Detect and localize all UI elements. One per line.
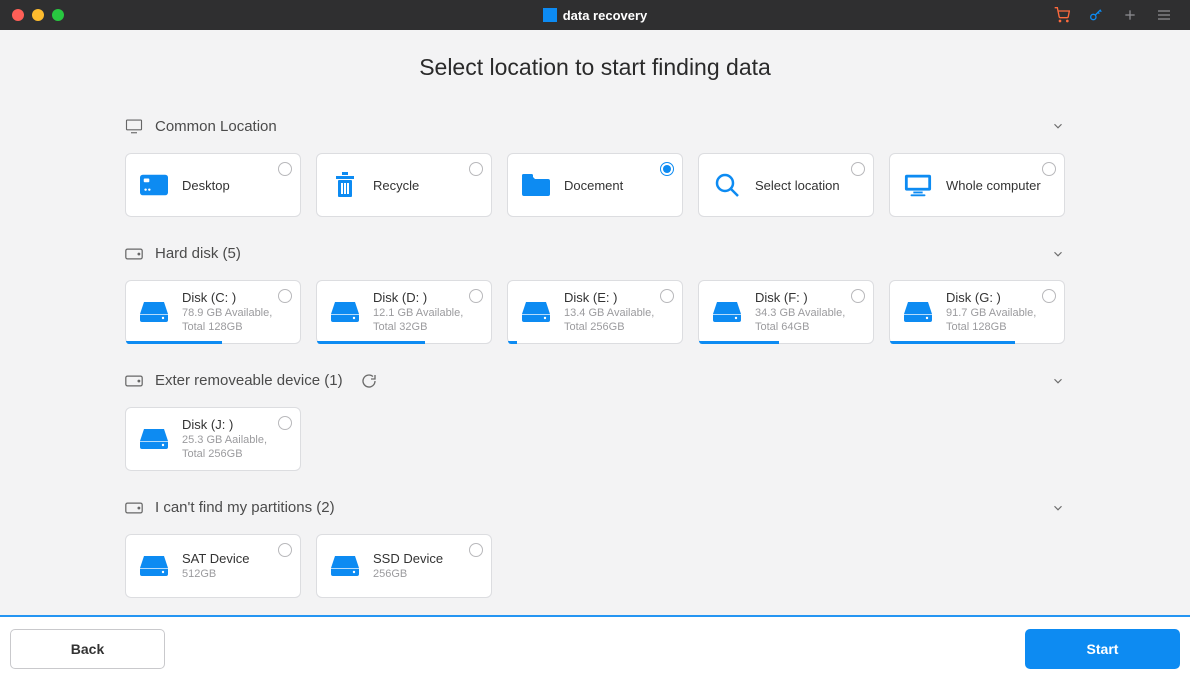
card-whole-computer[interactable]: Whole computer	[889, 153, 1065, 217]
card-recycle[interactable]: Recycle	[316, 153, 492, 217]
card-disk-d[interactable]: Disk (D: ) 12.1 GB Available, Total 32GB	[316, 280, 492, 344]
app-title-text: data recovery	[563, 8, 648, 23]
drive-icon	[125, 247, 143, 261]
card-sublabel: 13.4 GB Available, Total 256GB	[564, 307, 668, 335]
radio-button[interactable]	[851, 162, 865, 176]
drive-icon	[125, 501, 143, 515]
app-title: data recovery	[0, 8, 1190, 23]
radio-button[interactable]	[1042, 289, 1056, 303]
start-button[interactable]: Start	[1025, 629, 1180, 669]
card-select-location[interactable]: Select location	[698, 153, 874, 217]
section-title: Common Location	[155, 118, 277, 135]
card-sublabel: 34.3 GB Available, Total 64GB	[755, 307, 859, 335]
disk-icon	[713, 298, 741, 326]
usage-bar	[317, 341, 425, 344]
card-label: Recycle	[373, 178, 419, 193]
radio-button[interactable]	[469, 162, 483, 176]
refresh-icon[interactable]	[361, 373, 377, 389]
disk-icon	[522, 298, 550, 326]
section-header-common[interactable]: Common Location	[125, 109, 1065, 143]
desktop-icon	[140, 171, 168, 199]
card-disk-f[interactable]: Disk (F: ) 34.3 GB Available, Total 64GB	[698, 280, 874, 344]
hard-disk-cards: Disk (C: ) 78.9 GB Available, Total 128G…	[125, 280, 1065, 344]
card-sat-device[interactable]: SAT Device 512GB	[125, 534, 301, 598]
monitor-icon	[125, 117, 143, 135]
back-button[interactable]: Back	[10, 629, 165, 669]
usage-bar	[508, 341, 517, 344]
usage-bar	[699, 341, 779, 344]
section-header-hard-disk[interactable]: Hard disk (5)	[125, 237, 1065, 270]
disk-icon	[331, 298, 359, 326]
card-document[interactable]: Docement	[507, 153, 683, 217]
card-label: Disk (G: )	[946, 290, 1050, 305]
radio-button[interactable]	[469, 543, 483, 557]
card-label: Disk (E: )	[564, 290, 668, 305]
trash-icon	[331, 171, 359, 199]
card-label: Disk (J: )	[182, 417, 286, 432]
section-header-partitions[interactable]: I can't find my partitions (2)	[125, 491, 1065, 524]
radio-button[interactable]	[469, 289, 483, 303]
radio-button[interactable]	[278, 162, 292, 176]
disk-icon	[140, 298, 168, 326]
disk-icon	[331, 552, 359, 580]
card-label: SAT Device	[182, 551, 249, 566]
chevron-down-icon	[1051, 501, 1065, 515]
card-label: Whole computer	[946, 178, 1041, 193]
card-ssd-device[interactable]: SSD Device 256GB	[316, 534, 492, 598]
footer-separator	[0, 615, 1190, 617]
card-label: SSD Device	[373, 551, 443, 566]
card-sublabel: 78.9 GB Available, Total 128GB	[182, 307, 286, 335]
chevron-down-icon	[1051, 374, 1065, 388]
partition-cards: SAT Device 512GB SSD Device 256GB	[125, 534, 1065, 598]
card-sublabel: 12.1 GB Available, Total 32GB	[373, 307, 477, 335]
card-disk-e[interactable]: Disk (E: ) 13.4 GB Available, Total 256G…	[507, 280, 683, 344]
card-label: Docement	[564, 178, 623, 193]
disk-icon	[140, 425, 168, 453]
card-sublabel: 256GB	[373, 568, 443, 582]
section-header-removable[interactable]: Exter removeable device (1)	[125, 364, 1065, 397]
card-label: Disk (D: )	[373, 290, 477, 305]
drive-icon	[125, 374, 143, 388]
chevron-down-icon	[1051, 119, 1065, 133]
card-desktop[interactable]: Desktop	[125, 153, 301, 217]
radio-button[interactable]	[851, 289, 865, 303]
section-title: Exter removeable device (1)	[155, 372, 343, 389]
disk-icon	[904, 298, 932, 326]
card-sublabel: 25.3 GB Aailable, Total 256GB	[182, 434, 286, 462]
computer-icon	[904, 171, 932, 199]
card-label: Disk (C: )	[182, 290, 286, 305]
card-label: Disk (F: )	[755, 290, 859, 305]
folder-icon	[522, 171, 550, 199]
usage-bar	[126, 341, 222, 344]
app-logo-icon	[543, 8, 557, 22]
card-disk-j[interactable]: Disk (J: ) 25.3 GB Aailable, Total 256GB	[125, 407, 301, 471]
radio-button[interactable]	[660, 289, 674, 303]
section-title: Hard disk (5)	[155, 245, 241, 262]
usage-bar	[890, 341, 1015, 344]
card-label: Desktop	[182, 178, 230, 193]
section-title: I can't find my partitions (2)	[155, 499, 335, 516]
main-content: Select location to start finding data Co…	[0, 30, 1190, 615]
chevron-down-icon	[1051, 247, 1065, 261]
titlebar: data recovery	[0, 0, 1190, 30]
card-label: Select location	[755, 178, 840, 193]
card-disk-g[interactable]: Disk (G: ) 91.7 GB Available, Total 128G…	[889, 280, 1065, 344]
removable-cards: Disk (J: ) 25.3 GB Aailable, Total 256GB	[125, 407, 1065, 471]
radio-button[interactable]	[660, 162, 674, 176]
card-sublabel: 512GB	[182, 568, 249, 582]
disk-icon	[140, 552, 168, 580]
radio-button[interactable]	[1042, 162, 1056, 176]
footer: Back Start	[0, 617, 1190, 680]
radio-button[interactable]	[278, 416, 292, 430]
search-icon	[713, 171, 741, 199]
radio-button[interactable]	[278, 543, 292, 557]
card-disk-c[interactable]: Disk (C: ) 78.9 GB Available, Total 128G…	[125, 280, 301, 344]
radio-button[interactable]	[278, 289, 292, 303]
page-title: Select location to start finding data	[0, 54, 1190, 81]
card-sublabel: 91.7 GB Available, Total 128GB	[946, 307, 1050, 335]
common-cards: Desktop Recycle Docement	[125, 153, 1065, 217]
